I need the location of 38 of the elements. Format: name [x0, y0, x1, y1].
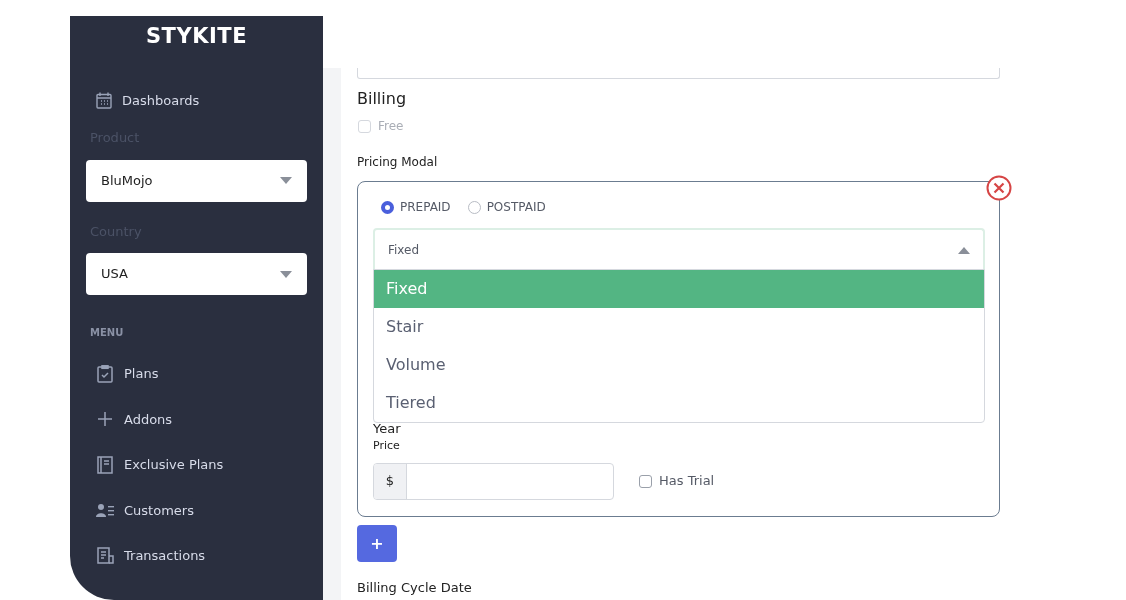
- has-trial-checkbox[interactable]: [639, 474, 652, 488]
- plus-icon: [97, 411, 113, 428]
- country-select[interactable]: USA: [86, 253, 307, 295]
- model-select[interactable]: Fixed: [373, 228, 985, 270]
- radio-button[interactable]: [381, 200, 394, 214]
- dropdown-option[interactable]: Volume: [374, 346, 984, 384]
- billing-cycle-label: Billing Cycle Date: [357, 579, 473, 597]
- menu-item[interactable]: Plans: [124, 364, 159, 384]
- menu-item[interactable]: Addons: [124, 409, 173, 429]
- caret-icon: [280, 270, 292, 278]
- radio-label: PREPAID: [400, 199, 451, 216]
- has-trial-label: Has Trial: [659, 472, 715, 491]
- clipboard-icon: [97, 364, 113, 383]
- calendar-icon: [96, 91, 112, 109]
- caret-icon: [280, 177, 292, 184]
- menu-item[interactable]: Customers: [124, 500, 194, 520]
- product-select[interactable]: BluMojo: [86, 159, 307, 202]
- logo: STYKITE: [145, 23, 248, 50]
- dropdown-option[interactable]: Tiered: [374, 384, 984, 422]
- dashboards-link[interactable]: Dashboards: [122, 90, 200, 110]
- free-label: Free: [378, 118, 404, 135]
- radio-button[interactable]: [467, 200, 481, 214]
- pricing-modal-label: Pricing Modal: [357, 154, 439, 171]
- caret-icon: [958, 246, 970, 254]
- radio-label: POSTPAID: [486, 199, 546, 216]
- menu-item[interactable]: Exclusive Plans: [124, 455, 224, 475]
- year-label: Year: [373, 422, 402, 436]
- add-button[interactable]: +: [357, 525, 397, 562]
- price-label: Price: [373, 438, 401, 454]
- menu-heading: MENU: [90, 326, 125, 340]
- close-icon[interactable]: [986, 175, 1012, 201]
- menu-item[interactable]: Transactions: [124, 546, 206, 566]
- billing-heading: Billing: [357, 88, 408, 110]
- receipt-icon: [96, 547, 114, 565]
- user-list-icon: [96, 503, 114, 518]
- dropdown-option[interactable]: Stair: [374, 308, 984, 346]
- book-icon: [97, 455, 113, 474]
- text-field[interactable]: [357, 68, 1000, 79]
